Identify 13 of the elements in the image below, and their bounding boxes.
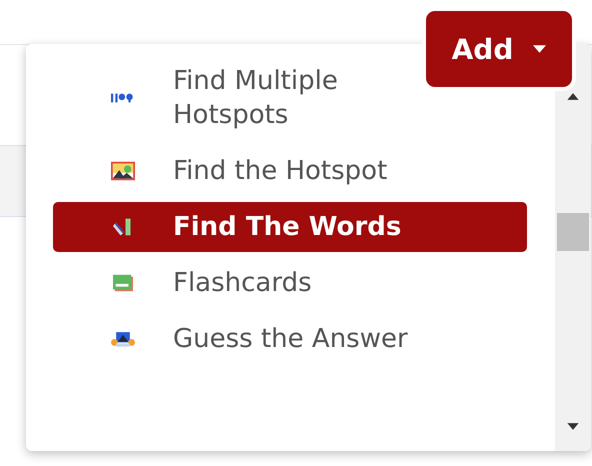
menu-item[interactable]: Flashcards bbox=[53, 258, 312, 308]
flashcard-icon bbox=[111, 273, 135, 293]
menu-item[interactable]: Find Multiple Hotspots bbox=[53, 56, 413, 140]
image-icon bbox=[111, 161, 135, 181]
scroll-up-arrow-icon[interactable] bbox=[566, 92, 580, 101]
add-button[interactable]: Add bbox=[426, 11, 572, 87]
menu-item[interactable]: Guess the Answer bbox=[53, 314, 408, 364]
menu-item[interactable]: Find the Hotspot bbox=[53, 146, 388, 196]
scroll-thumb[interactable] bbox=[557, 213, 589, 251]
scrollbar[interactable] bbox=[555, 44, 591, 451]
menu-item[interactable]: Find The Words bbox=[53, 202, 527, 252]
people-icon bbox=[111, 329, 135, 349]
scroll-down-arrow-icon[interactable] bbox=[566, 422, 580, 431]
